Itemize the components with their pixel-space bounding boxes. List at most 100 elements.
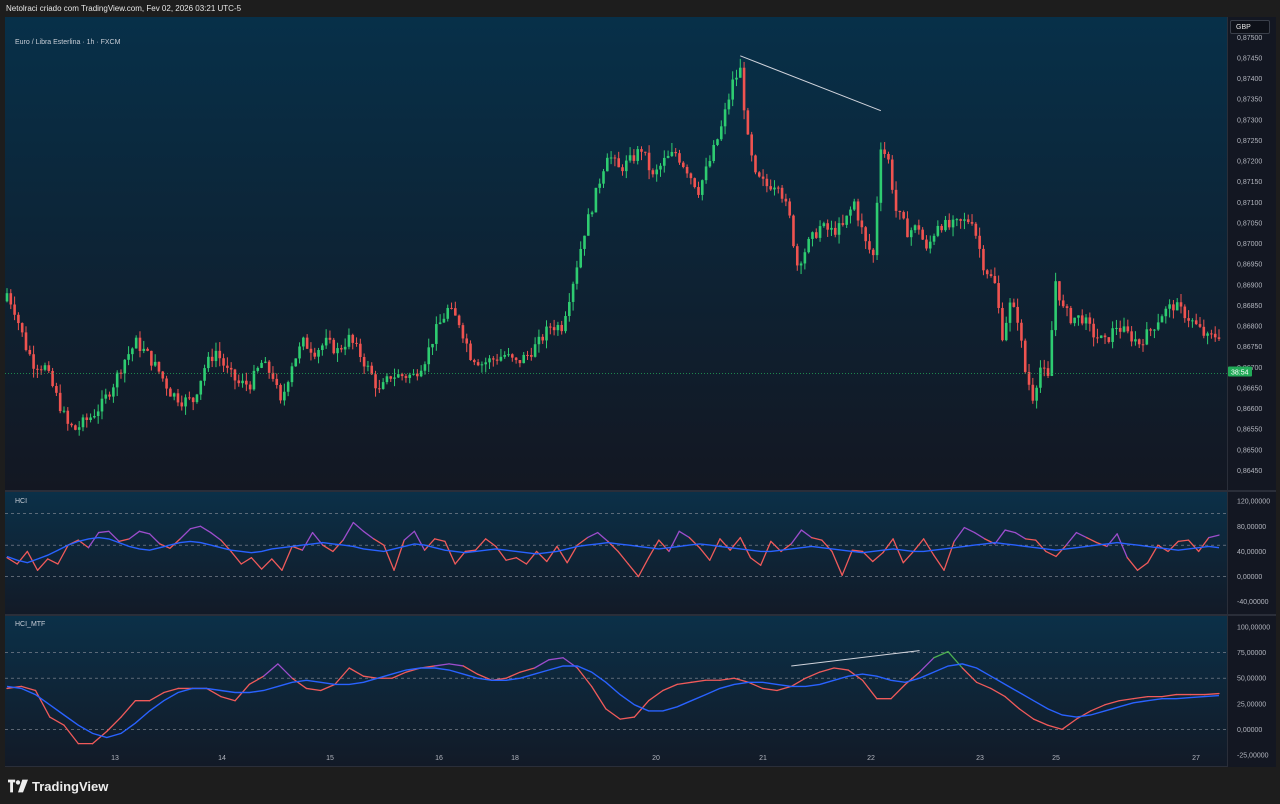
- candle-body: [446, 307, 450, 319]
- candle-body: [681, 162, 685, 167]
- candle-body: [640, 149, 643, 152]
- price-tick-label: 0,86800: [1237, 324, 1262, 331]
- candle-body: [283, 391, 286, 401]
- time-tick-label: 20: [652, 755, 660, 762]
- currency-badge[interactable]: GBP: [1230, 20, 1270, 34]
- candle-body: [598, 183, 602, 188]
- candle-body: [442, 318, 446, 323]
- candle-body: [89, 417, 92, 421]
- brand-name: TradingView: [32, 778, 109, 794]
- time-tick-label: 27: [1192, 755, 1200, 762]
- candle-body: [803, 252, 807, 264]
- candle-body: [959, 219, 962, 221]
- time-tick-label: 21: [759, 755, 767, 762]
- candle-body: [662, 157, 666, 166]
- candle-body: [5, 293, 9, 302]
- candle-body: [218, 350, 222, 359]
- candle-body: [776, 187, 780, 189]
- candle-body: [1088, 317, 1092, 324]
- candle-body: [807, 238, 810, 253]
- candle-body: [256, 367, 260, 371]
- candle-body: [909, 230, 913, 238]
- candle-body: [917, 225, 921, 230]
- candle-body: [96, 411, 100, 416]
- candle-body: [659, 165, 662, 170]
- candle-body: [1096, 337, 1099, 339]
- candle-body: [17, 314, 20, 324]
- candle-body: [704, 166, 708, 181]
- candle-body: [393, 377, 396, 379]
- candle-body: [921, 229, 924, 240]
- candle-body: [602, 171, 605, 184]
- candle-body: [370, 365, 374, 375]
- chart-canvas[interactable]: 0,87500 0,87450 0,87400 0,87350 0,87300 0,872…: [5, 17, 1276, 767]
- candle-body: [1115, 327, 1118, 329]
- candle-body: [165, 378, 168, 389]
- candle-body: [210, 356, 214, 362]
- candle-body: [735, 77, 738, 80]
- candle-body: [594, 187, 598, 213]
- hci-tick-label: 40,00000: [1237, 549, 1266, 556]
- candle-body: [571, 283, 575, 302]
- candle-body: [222, 358, 225, 366]
- candle-body: [936, 225, 940, 236]
- candle-body: [982, 248, 985, 271]
- hci-mtf-tick-label: 100,00000: [1237, 625, 1270, 632]
- candle-body: [343, 346, 347, 350]
- candle-body: [1039, 367, 1042, 388]
- candle-body: [1046, 368, 1050, 376]
- candle-body: [233, 369, 237, 381]
- price-tick-label: 0,86550: [1237, 427, 1262, 434]
- candle-body: [28, 349, 32, 355]
- candle-body: [1061, 300, 1065, 307]
- hci-mtf-pane-title[interactable]: HCI_MTF: [15, 621, 45, 628]
- candle-body: [746, 110, 750, 135]
- candle-body: [81, 417, 85, 428]
- candle-body: [837, 223, 841, 235]
- candle-body: [666, 155, 670, 158]
- candle-body: [1213, 333, 1217, 338]
- candle-body: [488, 358, 491, 363]
- candle-body: [66, 410, 70, 424]
- chart-frame[interactable]: 0,87500 0,87450 0,87400 0,87350 0,87300 0,872…: [5, 17, 1276, 767]
- candle-body: [530, 355, 533, 357]
- time-tick-label: 22: [867, 755, 875, 762]
- candle-body: [214, 350, 218, 362]
- candle-body: [860, 220, 864, 228]
- candle-body: [1050, 330, 1054, 376]
- candle-body: [32, 354, 35, 369]
- candle-body: [761, 176, 765, 179]
- candle-body: [784, 198, 788, 202]
- candle-body: [480, 364, 484, 366]
- candle-body: [841, 223, 845, 225]
- candle-body: [317, 350, 320, 357]
- candle-body: [58, 392, 62, 412]
- candle-body: [556, 324, 560, 331]
- price-tick-label: 0,87000: [1237, 241, 1262, 248]
- candle-body: [1191, 320, 1194, 322]
- price-tick-label: 0,87450: [1237, 55, 1262, 62]
- tradingview-brand[interactable]: TradingView: [8, 777, 108, 795]
- candle-body: [324, 337, 328, 346]
- candle-body: [351, 334, 355, 343]
- candle-body: [624, 160, 628, 172]
- candle-body: [651, 170, 655, 175]
- candle-body: [579, 248, 583, 268]
- symbol-title[interactable]: Euro / Libra Esterlina · 1h · FXCM: [15, 39, 120, 46]
- candle-body: [294, 358, 298, 367]
- candle-body: [773, 187, 776, 190]
- candle-body: [279, 384, 282, 401]
- candle-body: [119, 372, 123, 374]
- candle-body: [290, 366, 294, 383]
- candle-body: [1141, 344, 1145, 346]
- hci-mtf-tick-label: 0,00000: [1237, 727, 1262, 734]
- candle-body: [1156, 322, 1160, 330]
- candle-body: [47, 365, 51, 371]
- hci-pane-title[interactable]: HCI: [15, 498, 27, 505]
- candle-body: [150, 350, 153, 366]
- candle-body: [1126, 326, 1130, 332]
- candle-body: [1153, 329, 1156, 331]
- candle-body: [1183, 306, 1187, 319]
- candle-body: [347, 334, 351, 347]
- candle-body: [207, 356, 210, 369]
